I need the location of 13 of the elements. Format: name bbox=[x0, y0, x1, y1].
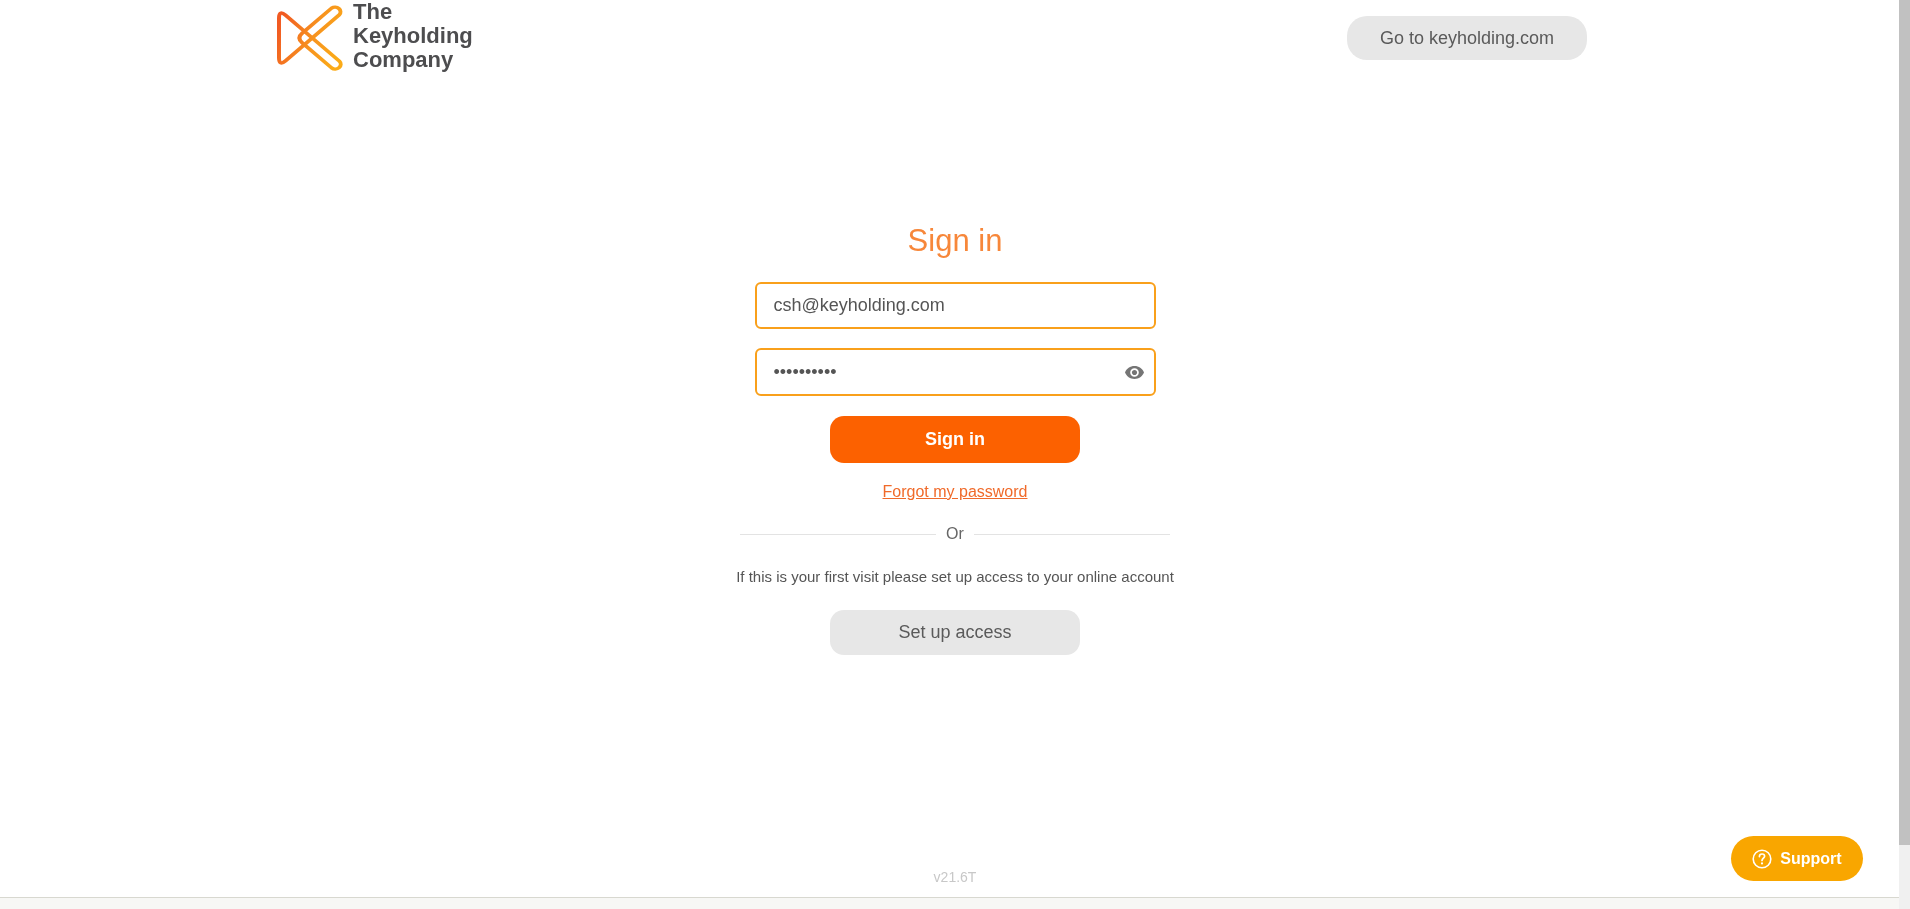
help-icon bbox=[1752, 848, 1773, 869]
sign-in-button[interactable]: Sign in bbox=[830, 416, 1080, 463]
forgot-password-link[interactable]: Forgot my password bbox=[882, 482, 1028, 502]
first-visit-text: If this is your first visit please set up access to your online account bbox=[736, 567, 1174, 587]
logo-icon bbox=[277, 5, 343, 71]
divider-label: Or bbox=[946, 524, 964, 544]
eye-icon[interactable] bbox=[1124, 366, 1144, 379]
sign-in-heading: Sign in bbox=[907, 223, 1003, 259]
email-field[interactable]: csh@keyholding.com bbox=[754, 282, 1156, 329]
set-up-access-button[interactable]: Set up access bbox=[830, 610, 1080, 655]
password-field[interactable]: •••••••••• bbox=[754, 348, 1156, 396]
logo-text: The Keyholding Company bbox=[353, 0, 473, 72]
site-link-button[interactable]: Go to keyholding.com bbox=[1347, 16, 1587, 60]
